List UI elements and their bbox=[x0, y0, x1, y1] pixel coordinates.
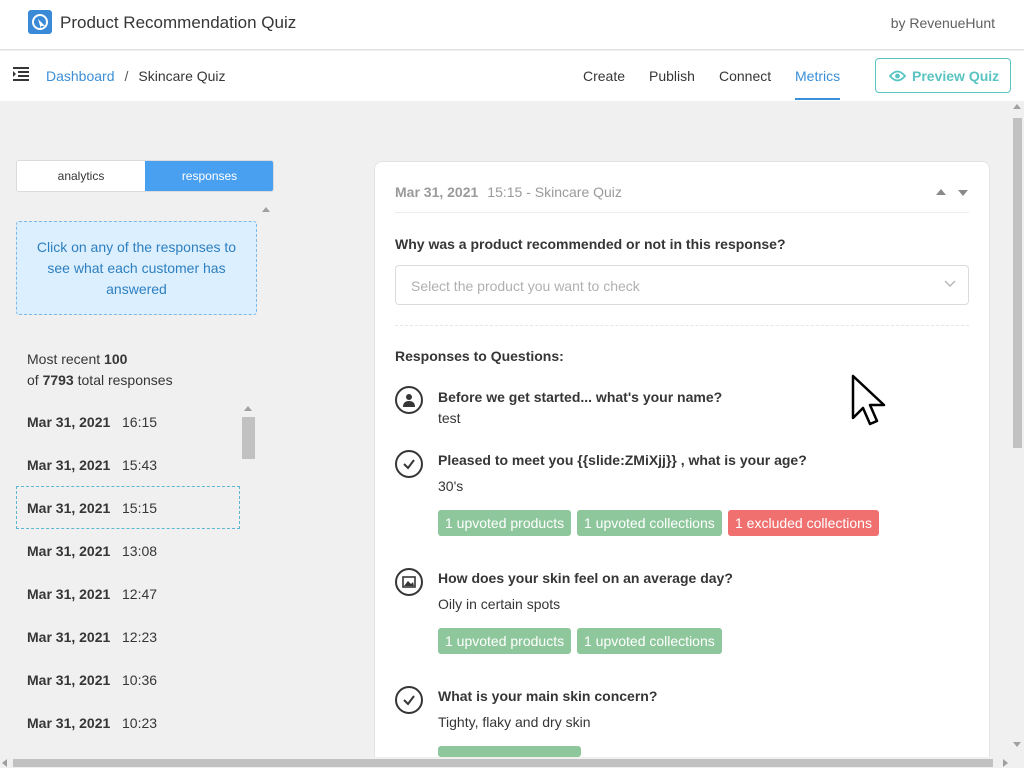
tab-create[interactable]: Create bbox=[583, 68, 625, 84]
recent-of: of bbox=[27, 372, 39, 388]
response-time: 13:08 bbox=[122, 543, 158, 559]
question-answer: Oily in certain spots bbox=[438, 596, 561, 612]
next-response-icon[interactable] bbox=[958, 190, 968, 196]
response-time: 12:47 bbox=[122, 586, 158, 602]
tab-publish[interactable]: Publish bbox=[649, 68, 695, 84]
response-time: 15:43 bbox=[122, 457, 158, 473]
recent-prefix: Most recent bbox=[27, 351, 101, 367]
response-date: Mar 31, 2021 bbox=[27, 715, 111, 731]
detail-subtitle: 15:15 - Skincare Quiz bbox=[487, 184, 622, 200]
partial-tag bbox=[438, 746, 581, 757]
response-time: 12:23 bbox=[122, 629, 158, 645]
app-logo-icon bbox=[28, 10, 52, 34]
brand-credit: by RevenueHunt bbox=[890, 15, 995, 31]
preview-quiz-button[interactable]: Preview Quiz bbox=[875, 58, 1011, 93]
breadcrumb-separator: / bbox=[124, 68, 129, 84]
active-tab-indicator bbox=[795, 98, 840, 100]
scroll-left-icon[interactable] bbox=[2, 759, 7, 767]
responses-list: Mar 31, 2021 16:15 Mar 31, 2021 15:43 Ma… bbox=[16, 400, 240, 750]
info-callout: Click on any of the responses to see wha… bbox=[16, 221, 257, 315]
vertical-scrollbar-thumb[interactable] bbox=[1013, 118, 1022, 448]
response-list-item[interactable]: Mar 31, 2021 13:08 bbox=[16, 529, 240, 572]
breadcrumb-current: Skincare Quiz bbox=[138, 68, 226, 84]
question-text: Before we get started... what's your nam… bbox=[438, 389, 723, 405]
breadcrumb: Dashboard / Skincare Quiz bbox=[46, 68, 226, 84]
tab-metrics[interactable]: Metrics bbox=[795, 68, 840, 84]
response-list-item[interactable]: Mar 31, 2021 10:23 bbox=[16, 701, 240, 744]
response-time: 10:36 bbox=[122, 672, 158, 688]
response-date: Mar 31, 2021 bbox=[27, 457, 111, 473]
menu-toggle-icon[interactable] bbox=[13, 67, 29, 81]
total-count: 7793 bbox=[42, 372, 74, 388]
upvoted-collections-tag[interactable]: 1 upvoted collections bbox=[577, 628, 722, 654]
responses-toggle-button[interactable]: responses bbox=[145, 161, 273, 191]
question-answer: 30's bbox=[438, 478, 464, 494]
response-date: Mar 31, 2021 bbox=[27, 629, 111, 645]
question-text: How does your skin feel on an average da… bbox=[438, 570, 733, 586]
user-icon bbox=[395, 386, 423, 414]
response-date: Mar 31, 2021 bbox=[27, 543, 111, 559]
tab-connect[interactable]: Connect bbox=[719, 68, 771, 84]
scroll-up-arrow-icon[interactable] bbox=[262, 207, 270, 212]
excluded-collections-tag[interactable]: 1 excluded collections bbox=[728, 510, 879, 536]
check-icon bbox=[395, 450, 423, 478]
product-select-placeholder: Select the product you want to check bbox=[411, 278, 640, 294]
eye-icon bbox=[889, 70, 906, 82]
upvoted-products-tag[interactable]: 1 upvoted products bbox=[438, 510, 572, 536]
question-answer: test bbox=[438, 410, 461, 426]
list-scroll-up-icon[interactable] bbox=[244, 406, 252, 411]
previous-response-icon[interactable] bbox=[936, 189, 946, 195]
response-list-item[interactable]: Mar 31, 2021 15:43 bbox=[16, 443, 240, 486]
scroll-down-icon[interactable] bbox=[1013, 742, 1021, 747]
image-icon bbox=[395, 568, 423, 596]
upvoted-collections-tag[interactable]: 1 upvoted collections bbox=[577, 510, 722, 536]
breadcrumb-dashboard-link[interactable]: Dashboard bbox=[46, 68, 115, 84]
divider bbox=[395, 325, 969, 326]
detail-date: Mar 31, 2021 bbox=[395, 184, 479, 200]
response-time: 16:15 bbox=[122, 414, 158, 430]
chevron-down-icon bbox=[944, 280, 956, 287]
why-recommended-label: Why was a product recommended or not in … bbox=[395, 236, 786, 252]
app-title: Product Recommendation Quiz bbox=[60, 13, 297, 32]
mouse-cursor-icon bbox=[851, 374, 886, 426]
recent-suffix: total responses bbox=[77, 372, 173, 388]
response-list-item-selected[interactable]: Mar 31, 2021 15:15 bbox=[16, 486, 240, 529]
scroll-right-icon[interactable] bbox=[1003, 759, 1008, 767]
response-list-item[interactable]: Mar 31, 2021 12:23 bbox=[16, 615, 240, 658]
detail-header: Mar 31, 2021 15:15 - Skincare Quiz bbox=[395, 184, 622, 200]
scroll-up-icon[interactable] bbox=[1013, 104, 1021, 109]
recent-responses-summary: Most recent 100 of 7793 total responses bbox=[27, 349, 173, 391]
check-icon bbox=[395, 686, 423, 714]
question-answer: Tighty, flaky and dry skin bbox=[438, 714, 591, 730]
recent-count: 100 bbox=[104, 351, 128, 367]
upvoted-products-tag[interactable]: 1 upvoted products bbox=[438, 628, 572, 654]
preview-quiz-label: Preview Quiz bbox=[912, 68, 1000, 84]
response-list-item[interactable]: Mar 31, 2021 10:36 bbox=[16, 658, 240, 701]
response-list-item[interactable]: Mar 31, 2021 12:47 bbox=[16, 572, 240, 615]
view-toggle: analytics responses bbox=[16, 160, 274, 192]
question-text: Pleased to meet you {{slide:ZMiXjj}} , w… bbox=[438, 452, 807, 468]
list-scrollbar-thumb[interactable] bbox=[242, 417, 255, 459]
response-date: Mar 31, 2021 bbox=[27, 414, 111, 430]
question-text: What is your main skin concern? bbox=[438, 688, 658, 704]
response-date: Mar 31, 2021 bbox=[27, 672, 111, 688]
horizontal-scrollbar-thumb[interactable] bbox=[13, 759, 993, 767]
response-list-item[interactable]: Mar 31, 2021 16:15 bbox=[16, 400, 240, 443]
response-date: Mar 31, 2021 bbox=[27, 586, 111, 602]
analytics-toggle-button[interactable]: analytics bbox=[17, 161, 145, 191]
responses-to-questions-title: Responses to Questions: bbox=[395, 348, 564, 364]
response-time: 15:15 bbox=[122, 500, 158, 516]
response-date: Mar 31, 2021 bbox=[27, 500, 111, 516]
product-select[interactable]: Select the product you want to check bbox=[395, 265, 969, 305]
divider bbox=[395, 212, 969, 213]
response-time: 10:23 bbox=[122, 715, 158, 731]
